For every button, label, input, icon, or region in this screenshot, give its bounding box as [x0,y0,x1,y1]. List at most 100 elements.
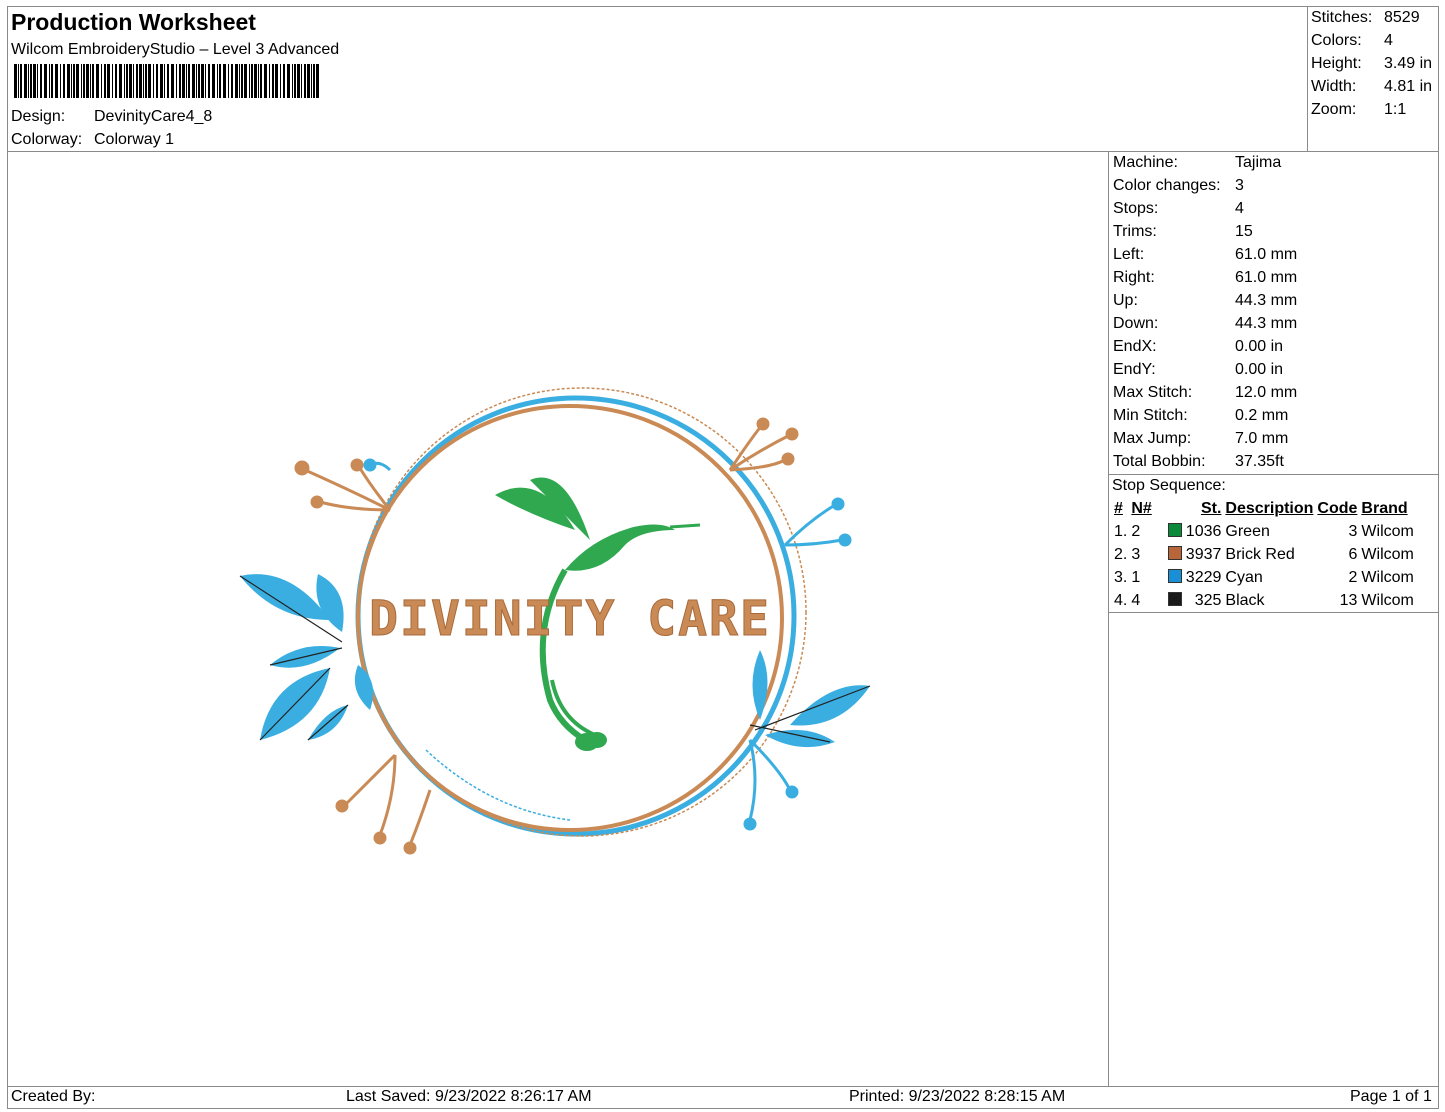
stops-divider [1108,474,1439,475]
embroidery-design-preview: DIVINITY CARE [239,387,871,855]
header-divider [7,151,1439,152]
machine-value: 37.35ft [1235,453,1284,470]
machine-label: Min Stitch: [1113,407,1188,424]
stop-sequence-table: # N# St. Description Code Brand 1. 2 1036 G… [1112,498,1416,612]
stop-needle: 3 [1131,545,1141,563]
stop-brand: Wilcom [1361,568,1414,586]
col-stitches: St. [1200,500,1222,517]
stop-description: Black [1225,591,1265,609]
colors-label: Colors: [1311,32,1362,49]
machine-label: Total Bobbin: [1113,453,1206,470]
stop-description: Cyan [1225,568,1263,586]
last-saved: Last Saved: 9/23/2022 8:26:17 AM [346,1088,592,1105]
thin-cyan-arc [425,749,571,821]
machine-label: Right: [1113,269,1155,286]
stop-stitches: 325 [1194,591,1222,609]
page-number: Page 1 of 1 [1350,1088,1432,1105]
machine-label: Machine: [1113,154,1178,171]
machine-label: Trims: [1113,223,1157,240]
stop-row: 1. 2 1036 Green 3 Wilcom [1112,520,1416,543]
col-description: Description [1225,500,1314,517]
machine-label: Color changes: [1113,177,1221,194]
machine-value: 7.0 mm [1235,430,1289,447]
design-value: DevinityCare4_8 [94,108,213,125]
color-swatch [1167,522,1182,537]
stop-stitches: 3937 [1185,545,1222,563]
machine-label: Down: [1113,315,1159,332]
zoom-value: 1:1 [1384,101,1407,118]
machine-value: 3 [1235,177,1244,194]
stitches-label: Stitches: [1311,9,1373,26]
stop-swatch [1166,520,1184,543]
machine-value: 12.0 mm [1235,384,1298,401]
machine-value: 61.0 mm [1235,269,1298,286]
color-swatch [1167,591,1182,606]
machine-value: 4 [1235,200,1244,217]
colors-value: 4 [1384,32,1393,49]
stop-brand: Wilcom [1361,522,1414,540]
color-swatch [1167,545,1182,560]
zoom-label: Zoom: [1311,101,1357,118]
barcode-image [14,64,319,98]
page-title: Production Worksheet [11,9,256,35]
printed-date: Printed: 9/23/2022 8:28:15 AM [849,1088,1066,1105]
machine-label: EndX: [1113,338,1157,355]
stop-row: 4. 4 325 Black 13 Wilcom [1112,589,1416,612]
machine-label: Left: [1113,246,1145,263]
stop-number: 3. [1114,568,1128,586]
col-code: Code [1317,500,1358,517]
machine-label: Max Stitch: [1113,384,1193,401]
width-label: Width: [1311,78,1357,95]
machine-value: 61.0 mm [1235,246,1298,263]
machine-value: 44.3 mm [1235,292,1298,309]
machine-label: Up: [1113,292,1138,309]
stop-swatch [1166,566,1184,589]
stop-sequence-header: # N# St. Description Code Brand [1112,498,1416,520]
design-text: DIVINITY CARE [369,591,771,647]
height-label: Height: [1311,55,1362,72]
stitches-value: 8529 [1384,9,1420,26]
created-by: Created By: [11,1088,96,1105]
design-label: Design: [11,108,66,125]
stop-description: Green [1225,522,1270,540]
sidebar-divider [1108,151,1109,1086]
stop-sequence-title: Stop Sequence: [1112,477,1226,494]
machine-value: 15 [1235,223,1253,240]
stop-brand: Wilcom [1361,545,1414,563]
left-leaf-cluster [239,574,374,741]
stop-number: 2. [1114,545,1128,563]
col-number: # [1114,500,1123,517]
color-swatch [1167,568,1182,583]
col-brand: Brand [1361,500,1408,517]
stop-row: 2. 3 3937 Brick Red 6 Wilcom [1112,543,1416,566]
software-subtitle: Wilcom EmbroideryStudio – Level 3 Advanc… [11,41,340,58]
footer-divider [7,1086,1439,1087]
machine-label: Max Jump: [1113,430,1192,447]
stop-needle: 4 [1131,591,1141,609]
stop-code: 3 [1348,522,1358,540]
stop-needle: 1 [1131,568,1141,586]
machine-value: 0.00 in [1235,361,1284,378]
stop-code: 6 [1348,545,1358,563]
stop-description: Brick Red [1225,545,1295,563]
stop-code: 2 [1348,568,1358,586]
stop-needle: 2 [1131,522,1141,540]
height-value: 3.49 in [1384,55,1433,72]
summary-divider [1307,6,1308,151]
col-needle: N# [1131,500,1152,517]
stops-end-divider [1108,612,1439,613]
colorway-label: Colorway: [11,131,83,148]
stop-row: 3. 1 3229 Cyan 2 Wilcom [1112,566,1416,589]
width-value: 4.81 in [1384,78,1433,95]
colorway-value: Colorway 1 [94,131,175,148]
machine-label: Stops: [1113,200,1159,217]
stop-number: 4. [1114,591,1128,609]
stop-swatch [1166,589,1184,612]
machine-value: 44.3 mm [1235,315,1298,332]
stop-brand: Wilcom [1361,591,1414,609]
stop-number: 1. [1114,522,1128,540]
stop-swatch [1166,543,1184,566]
machine-label: EndY: [1113,361,1156,378]
machine-value: 0.00 in [1235,338,1284,355]
stop-stitches: 1036 [1185,522,1222,540]
